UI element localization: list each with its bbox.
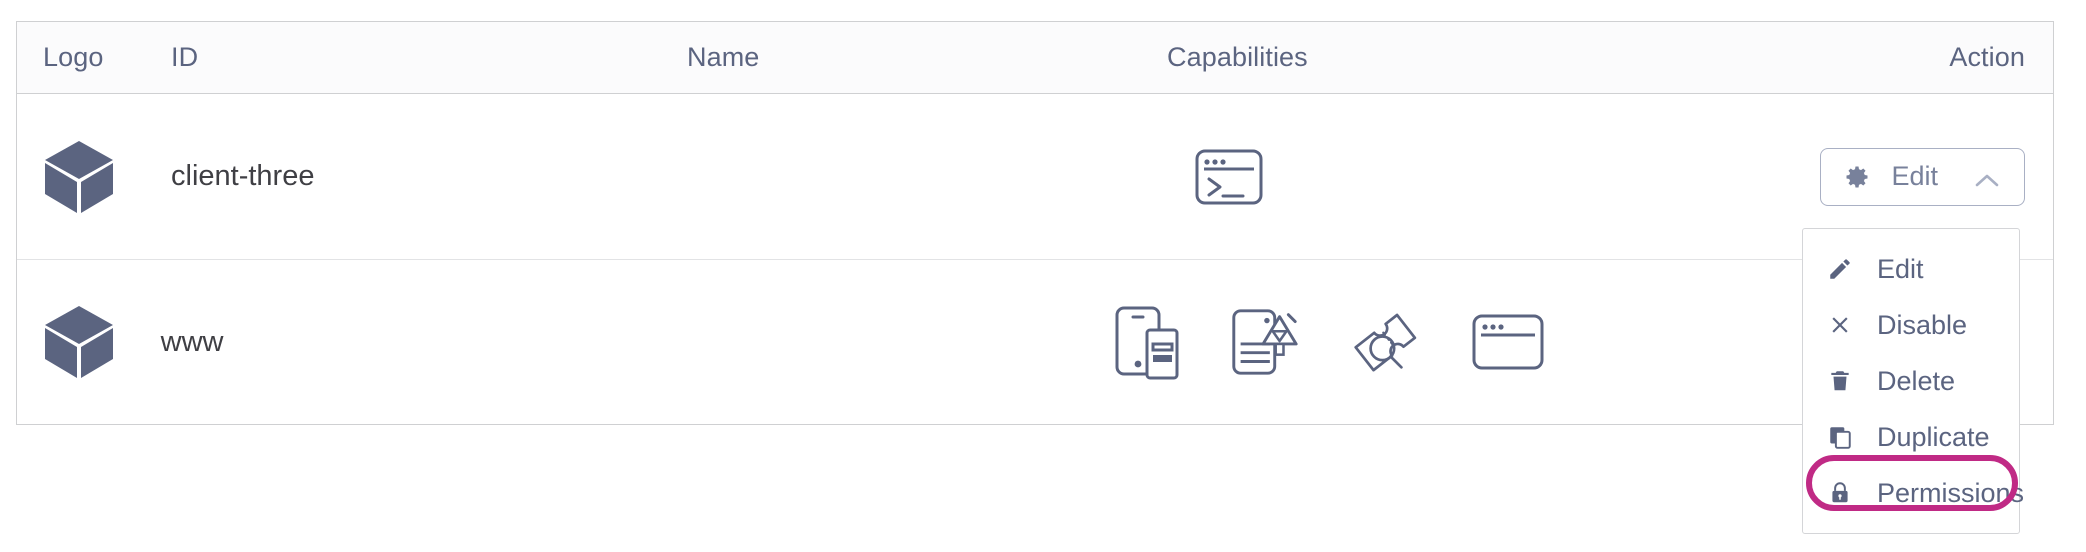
ticket-search-icon[interactable] xyxy=(1348,304,1424,380)
table-header-row: Logo ID Name Capabilities Action xyxy=(17,22,2053,94)
menu-item-disable[interactable]: Disable xyxy=(1803,297,2019,353)
menu-item-duplicate-label: Duplicate xyxy=(1877,421,1990,452)
menu-item-permissions[interactable]: Permissions xyxy=(1803,465,2024,521)
row-logo-cell xyxy=(17,304,137,380)
column-header-id: ID xyxy=(147,42,547,73)
menu-item-delete[interactable]: Delete xyxy=(1803,353,2019,409)
page-root: Logo ID Name Capabilities Action client-… xyxy=(0,0,2086,552)
menu-item-delete-label: Delete xyxy=(1877,365,1956,396)
close-x-icon xyxy=(1825,310,1855,340)
column-header-logo: Logo xyxy=(17,42,147,73)
chevron-up-icon xyxy=(1972,167,2002,187)
edit-dropdown-button[interactable]: Edit xyxy=(1820,147,2025,206)
pencil-icon xyxy=(1825,254,1855,284)
capability-icon-list xyxy=(904,304,1546,380)
capability-icon-list xyxy=(991,139,1493,215)
row-capabilities-cell xyxy=(967,139,1493,215)
row-id-value: www xyxy=(160,325,224,358)
column-header-action: Action xyxy=(1493,42,2053,73)
browser-window-icon[interactable] xyxy=(1470,304,1546,380)
column-header-name-label: Name xyxy=(687,42,760,72)
menu-item-permissions-label: Permissions xyxy=(1877,477,2025,508)
cube-icon xyxy=(43,304,137,380)
column-header-capabilities-label: Capabilities xyxy=(1167,42,1308,72)
edit-dropdown-button-label: Edit xyxy=(1891,161,1938,191)
row-id-cell: www xyxy=(137,326,500,359)
column-header-id-label: ID xyxy=(171,42,199,72)
cube-icon xyxy=(43,139,147,215)
row-logo-cell xyxy=(17,139,147,215)
menu-item-disable-label: Disable xyxy=(1877,309,1968,340)
table-row[interactable]: www xyxy=(17,259,2053,424)
row-id-value: client-three xyxy=(171,160,315,192)
clients-table: Logo ID Name Capabilities Action client-… xyxy=(16,21,2054,425)
row-id-cell: client-three xyxy=(147,160,547,193)
menu-item-edit[interactable]: Edit xyxy=(1803,241,2019,297)
copy-icon xyxy=(1825,422,1855,452)
lock-icon xyxy=(1825,478,1855,508)
trash-icon xyxy=(1825,366,1855,396)
menu-item-duplicate[interactable]: Duplicate xyxy=(1803,409,2019,465)
gear-icon xyxy=(1843,163,1871,191)
document-design-icon[interactable] xyxy=(1226,304,1302,380)
row-capabilities-cell xyxy=(880,304,1546,380)
table-row[interactable]: client-three Edit xyxy=(17,94,2053,259)
mobile-device-icon[interactable] xyxy=(1104,304,1180,380)
row-action-cell: Edit xyxy=(1493,147,2053,206)
column-header-capabilities: Capabilities xyxy=(967,42,1493,73)
column-header-name: Name xyxy=(547,42,967,73)
terminal-icon[interactable] xyxy=(1191,139,1267,215)
column-header-action-label: Action xyxy=(1949,42,2025,72)
action-dropdown-menu: Edit Disable Delete Duplicate Permission… xyxy=(1802,228,2024,534)
menu-item-edit-label: Edit xyxy=(1877,253,1924,284)
column-header-logo-label: Logo xyxy=(43,42,104,72)
